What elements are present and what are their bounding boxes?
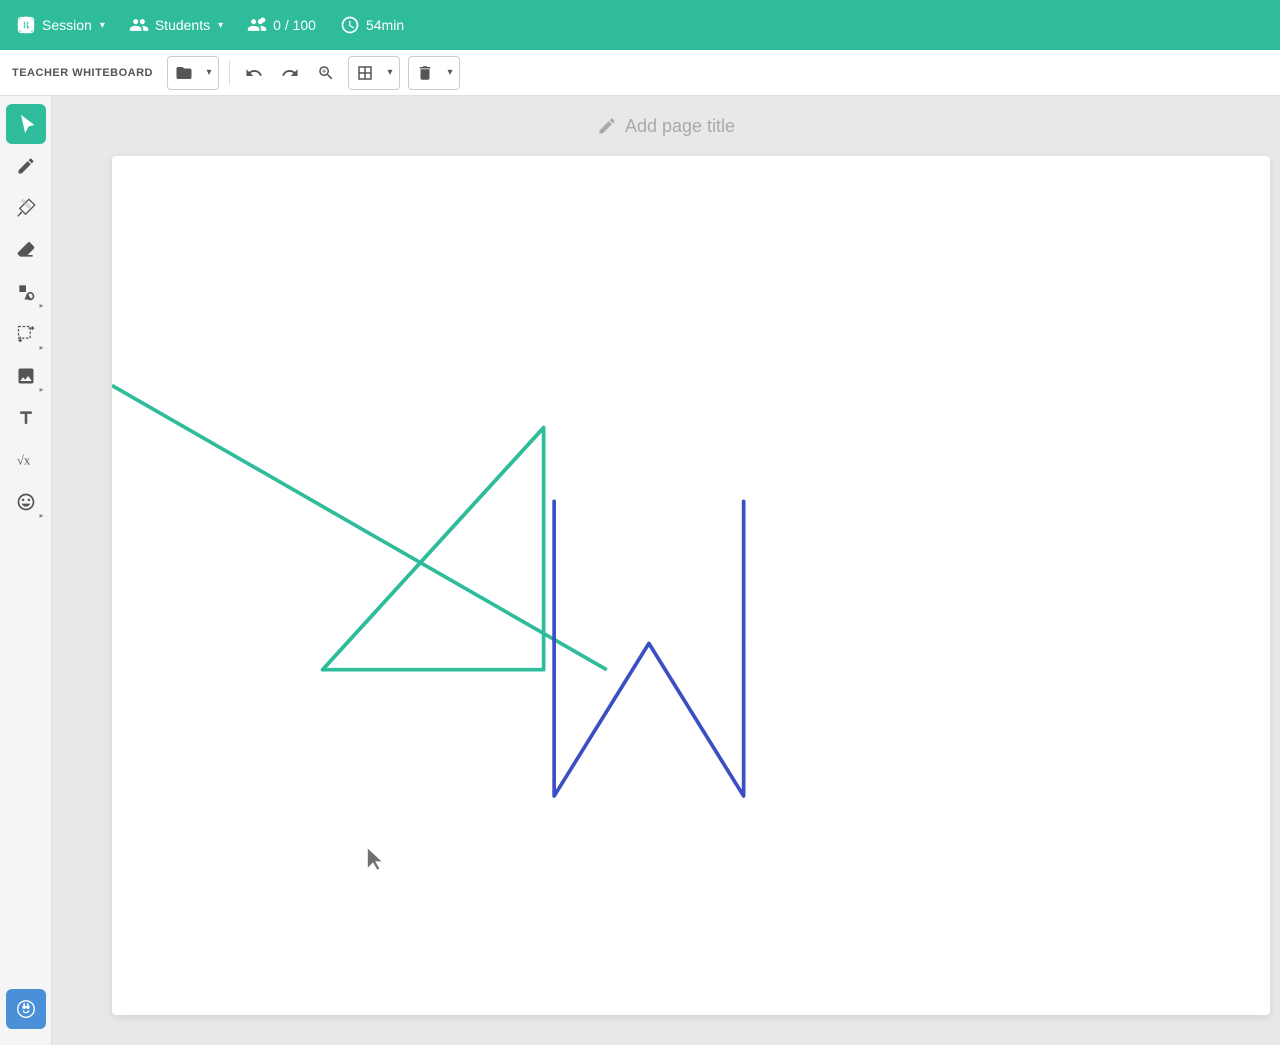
transform-icon [16,324,36,344]
image-tool-button[interactable] [6,356,46,396]
highlighter-tool-button[interactable] [6,188,46,228]
eraser-tool-button[interactable] [6,230,46,270]
highlighter-icon [16,198,36,218]
grid-dropdown-button[interactable]: ▾ [381,57,399,89]
students-menu[interactable]: Students ▾ [129,15,223,35]
students-icon [129,15,149,35]
page-title-placeholder: Add page title [625,116,735,137]
left-toolbar: √x [0,96,52,1045]
grid-button-group: ▾ [348,56,400,90]
folder-icon [175,64,193,82]
cursor-indicator [368,849,382,870]
file-button-group: ▾ [167,56,219,90]
file-dropdown-arrow: ▾ [206,67,211,78]
whiteboard-canvas[interactable] [112,156,1270,1015]
session-label: Session [42,17,92,33]
svg-text:√x: √x [16,454,30,468]
timer-icon [340,15,360,35]
students-dropdown-arrow: ▾ [218,20,223,31]
select-tool-button[interactable] [6,104,46,144]
toolbar-separator-1 [229,61,230,85]
session-dropdown-arrow: ▾ [100,20,105,31]
pen-tool-button[interactable] [6,146,46,186]
grid-icon [356,64,374,82]
text-icon [16,408,36,428]
shapes-tool-button[interactable] [6,272,46,312]
transform-tool-wrapper [6,314,46,354]
grid-button[interactable] [349,57,381,89]
ai-tool-wrapper [6,989,46,1029]
delete-button[interactable] [409,57,441,89]
shapes-icon [16,282,36,302]
undo-icon [245,64,263,82]
session-menu[interactable]: Session ▾ [16,15,105,35]
grid-dropdown-arrow: ▾ [387,67,392,78]
image-tool-wrapper [6,356,46,396]
zoom-icon [317,64,335,82]
delete-button-group: ▾ [408,56,460,90]
redo-icon [281,64,299,82]
timer-display: 54min [340,15,404,35]
canvas-area[interactable]: Add page title [52,96,1280,1045]
ai-brain-icon [15,998,37,1020]
shapes-tool-wrapper [6,272,46,312]
emoji-tool-wrapper [6,482,46,522]
pencil-icon [597,116,617,136]
pen-icon [16,156,36,176]
delete-icon [416,64,434,82]
undo-button[interactable] [238,57,270,89]
ai-tool-button[interactable] [6,989,46,1029]
math-tool-button[interactable]: √x [6,440,46,480]
file-button[interactable] [168,57,200,89]
select-cursor-icon [16,114,36,134]
page-title-bar: Add page title [52,96,1280,156]
secondary-toolbar: TEACHER WHITEBOARD ▾ [0,50,1280,96]
redo-button[interactable] [274,57,306,89]
participants-icon [247,15,267,35]
add-page-title-button[interactable]: Add page title [597,116,735,137]
eraser-icon [16,240,36,260]
emoji-icon [16,492,36,512]
drawing-canvas-svg [112,156,1270,1015]
delete-dropdown-button[interactable]: ▾ [441,57,459,89]
toolbar-label: TEACHER WHITEBOARD [12,67,153,79]
top-navigation-bar: Session ▾ Students ▾ 0 / 100 54min [0,0,1280,50]
text-tool-button[interactable] [6,398,46,438]
emoji-tool-button[interactable] [6,482,46,522]
session-icon [16,15,36,35]
math-icon: √x [15,449,37,471]
delete-dropdown-arrow: ▾ [447,67,452,78]
file-dropdown-button[interactable]: ▾ [200,57,218,89]
zoom-button[interactable] [310,57,342,89]
image-icon [16,366,36,386]
transform-tool-button[interactable] [6,314,46,354]
green-hypotenuse [323,428,544,670]
participants-display: 0 / 100 [247,15,316,35]
students-label: Students [155,17,210,33]
blue-zigzag-drawing [554,501,743,796]
timer-value: 54min [366,17,404,33]
participants-count: 0 / 100 [273,17,316,33]
main-area: √x [0,96,1280,1045]
